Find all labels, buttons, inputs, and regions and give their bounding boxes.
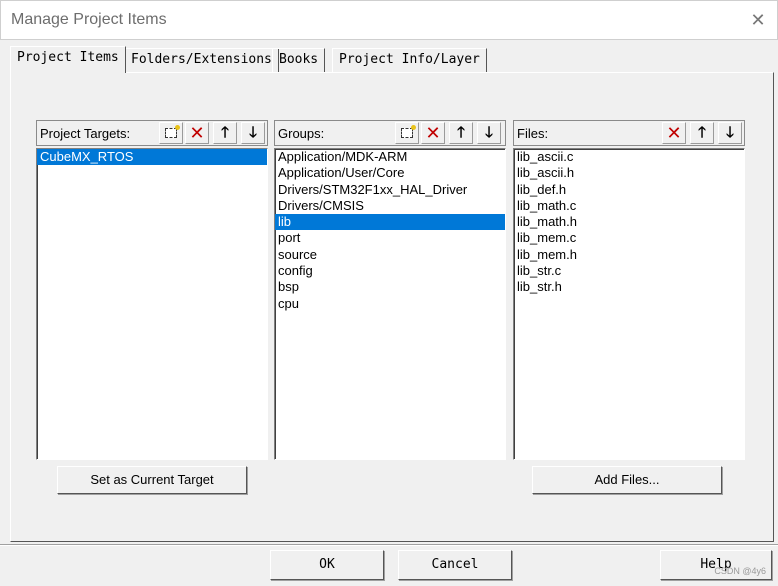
move-up-icon[interactable]: 🡑 <box>213 122 237 144</box>
groups-list[interactable]: Application/MDK-ARM Application/User/Cor… <box>274 148 506 460</box>
files-list[interactable]: lib_ascii.c lib_ascii.h lib_def.h lib_ma… <box>513 148 745 460</box>
title-bar: Manage Project Items ✕ <box>0 0 778 40</box>
list-item[interactable]: lib_math.c <box>514 198 744 214</box>
ok-button[interactable]: OK <box>270 550 384 580</box>
list-item[interactable]: lib_math.h <box>514 214 744 230</box>
list-item[interactable]: Application/MDK-ARM <box>275 149 505 165</box>
list-item[interactable]: cpu <box>275 296 505 312</box>
list-item[interactable]: lib_mem.h <box>514 247 744 263</box>
move-down-icon[interactable]: 🡓 <box>241 122 265 144</box>
move-down-icon[interactable]: 🡓 <box>718 122 742 144</box>
list-item[interactable]: CubeMX_RTOS <box>37 149 267 166</box>
footer-divider <box>0 544 778 546</box>
add-files-button[interactable]: Add Files... <box>532 466 722 494</box>
move-down-icon[interactable]: 🡓 <box>477 122 501 144</box>
delete-file-icon[interactable]: ✕ <box>662 122 686 144</box>
move-up-icon[interactable]: 🡑 <box>449 122 473 144</box>
list-item[interactable]: lib_ascii.h <box>514 165 744 181</box>
files-header: Files: ✕ 🡑 🡓 <box>513 120 745 146</box>
list-item[interactable]: lib_mem.c <box>514 230 744 246</box>
files-label: Files: <box>517 126 549 141</box>
set-current-target-button[interactable]: Set as Current Target <box>57 466 247 494</box>
new-target-icon[interactable] <box>159 122 183 144</box>
delete-target-icon[interactable]: ✕ <box>185 122 209 144</box>
tab-project-info-layer[interactable]: Project Info/Layer <box>332 48 487 72</box>
list-item[interactable]: lib_str.c <box>514 263 744 279</box>
list-item[interactable]: config <box>275 263 505 279</box>
list-item[interactable]: Drivers/CMSIS <box>275 198 505 214</box>
targets-list[interactable]: CubeMX_RTOS <box>36 148 268 460</box>
groups-header: Groups: ✕ 🡑 🡓 <box>274 120 506 146</box>
list-item[interactable]: Application/User/Core <box>275 165 505 181</box>
list-item[interactable]: lib_str.h <box>514 279 744 295</box>
list-item[interactable]: lib <box>275 214 505 231</box>
targets-header: Project Targets: ✕ 🡑 🡓 <box>36 120 268 146</box>
list-item[interactable]: lib_def.h <box>514 182 744 198</box>
close-icon[interactable]: ✕ <box>747 9 769 31</box>
targets-label: Project Targets: <box>40 126 131 141</box>
new-group-icon[interactable] <box>395 122 419 144</box>
delete-group-icon[interactable]: ✕ <box>421 122 445 144</box>
move-up-icon[interactable]: 🡑 <box>690 122 714 144</box>
list-item[interactable]: bsp <box>275 279 505 295</box>
tab-project-items[interactable]: Project Items <box>10 46 126 73</box>
tab-folders-extensions[interactable]: Folders/Extensions <box>124 48 279 72</box>
list-item[interactable]: port <box>275 230 505 246</box>
list-item[interactable]: lib_ascii.c <box>514 149 744 165</box>
watermark: CSDN @4y6 <box>714 566 766 576</box>
cancel-button[interactable]: Cancel <box>398 550 512 580</box>
list-item[interactable]: source <box>275 247 505 263</box>
groups-label: Groups: <box>278 126 325 141</box>
window-title: Manage Project Items <box>11 11 167 28</box>
list-item[interactable]: Drivers/STM32F1xx_HAL_Driver <box>275 182 505 198</box>
tab-books[interactable]: Books <box>272 48 326 72</box>
